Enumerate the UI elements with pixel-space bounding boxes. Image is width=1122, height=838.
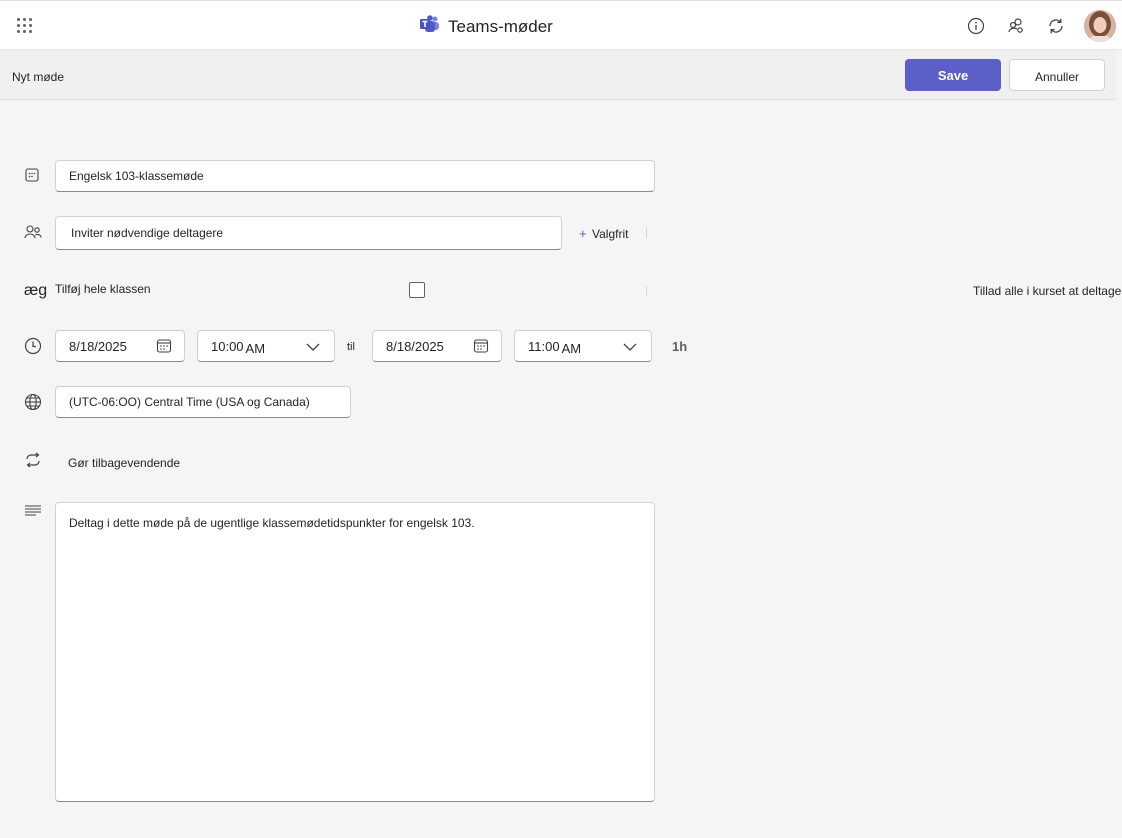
calendar-icon[interactable]	[156, 338, 172, 357]
row-prefix-text: æg	[24, 282, 48, 299]
start-time-select[interactable]: 10:00 AM	[197, 330, 335, 362]
app-title-text: Teams-møder	[448, 16, 553, 36]
start-ampm: AM	[245, 340, 266, 356]
app-title: Teams-møder	[420, 15, 553, 38]
add-class-checkbox[interactable]	[409, 282, 425, 298]
teams-logo-icon	[420, 15, 440, 38]
repeat-icon	[24, 451, 42, 469]
start-time-value: 10:00	[211, 338, 244, 354]
info-icon[interactable]	[964, 14, 988, 38]
divider	[646, 286, 647, 296]
attendees-placeholder: Inviter nødvendige deltagere	[71, 226, 224, 240]
optional-attendees-link[interactable]: Valgfrit	[592, 227, 628, 241]
duration-label: 1h	[672, 339, 688, 354]
globe-icon	[24, 393, 42, 411]
chevron-down-icon	[306, 341, 320, 355]
end-time-select[interactable]: 11:00 AM	[514, 330, 652, 362]
divider	[646, 228, 647, 238]
page-title: Nyt møde	[12, 70, 65, 84]
save-button[interactable]: Save	[905, 59, 1001, 91]
start-date-value: 8/18/2025	[69, 338, 127, 354]
end-date-value: 8/18/2025	[386, 338, 444, 354]
end-date-input[interactable]: 8/18/2025	[372, 330, 502, 362]
add-class-label: Tilføj hele klassen	[55, 282, 151, 296]
attendees-input[interactable]: Inviter nødvendige deltagere	[55, 216, 562, 250]
title-input[interactable]: Engelsk 103-klassemøde	[55, 160, 655, 192]
description-text: Deltag i dette møde på de ugentlige klas…	[69, 516, 475, 530]
command-bar: Nyt møde Save Annuller	[0, 50, 1116, 100]
waffle-icon[interactable]	[17, 18, 33, 34]
allow-all-label: Tillad alle i kurset at deltage	[973, 284, 1122, 298]
title-icon	[24, 167, 42, 185]
text-lines-icon	[24, 504, 42, 522]
to-label: til	[347, 341, 355, 353]
end-ampm: AM	[561, 340, 582, 356]
timezone-select[interactable]: (UTC-06:OO) Central Time (USA og Canada)	[55, 386, 351, 418]
refresh-icon[interactable]	[1044, 14, 1068, 38]
calendar-icon[interactable]	[473, 338, 489, 357]
clock-icon	[24, 337, 42, 355]
avatar[interactable]	[1084, 10, 1116, 42]
start-date-input[interactable]: 8/18/2025	[55, 330, 185, 362]
end-time-value: 11:00	[528, 338, 560, 354]
plus-icon[interactable]: +	[579, 226, 587, 241]
make-recurring-button[interactable]: Gør tilbagevendende	[68, 456, 180, 470]
top-bar: Teams-møder	[0, 0, 1122, 50]
people-settings-icon[interactable]	[1004, 14, 1028, 38]
chevron-down-icon	[623, 341, 637, 355]
description-textarea[interactable]: Deltag i dette møde på de ugentlige klas…	[55, 502, 655, 802]
title-input-value: Engelsk 103-klassemøde	[69, 169, 204, 183]
cancel-button[interactable]: Annuller	[1009, 59, 1105, 91]
timezone-value: (UTC-06:OO) Central Time (USA og Canada)	[69, 395, 310, 409]
people-icon	[24, 224, 42, 242]
